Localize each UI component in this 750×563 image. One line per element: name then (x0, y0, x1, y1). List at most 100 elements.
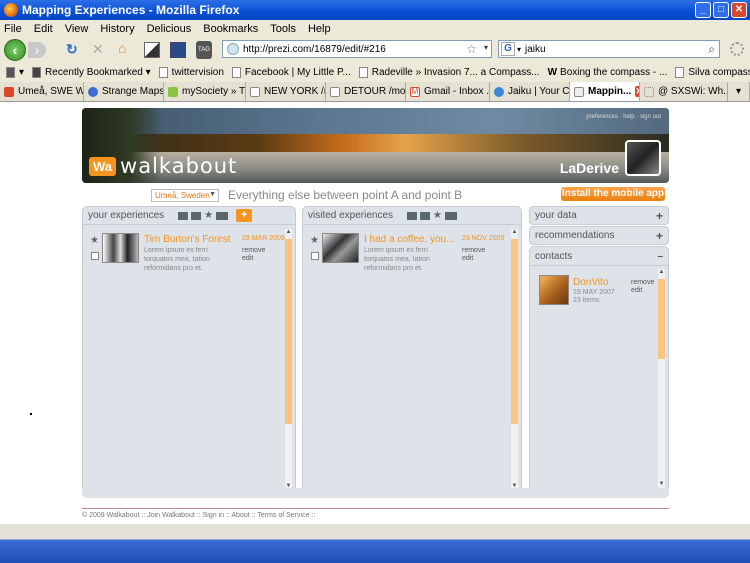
scrollbar[interactable]: ▲ ▼ (511, 229, 518, 491)
contact-avatar[interactable] (539, 275, 569, 305)
bookmark-silva-compass[interactable]: Silva compass - Wikipe... (675, 66, 750, 78)
header-links[interactable]: preferences · help · sign out (586, 114, 661, 120)
tab-umea[interactable]: Umeå, SWE W... (0, 82, 84, 101)
minimize-button[interactable]: _ (695, 2, 711, 18)
experience-thumbnail[interactable] (322, 233, 359, 263)
menu-help[interactable]: Help (308, 23, 331, 35)
select-checkbox[interactable] (311, 252, 319, 260)
edit-link[interactable]: edit (242, 255, 253, 262)
location-select[interactable]: Umeå, Sweden ▼ (151, 188, 219, 202)
bookmark-twittervision[interactable]: twittervision (158, 66, 224, 78)
edit-link[interactable]: edit (631, 287, 642, 294)
status-bar (0, 524, 750, 563)
your-data-section[interactable]: your data + (529, 206, 669, 225)
forward-button[interactable]: › (28, 42, 46, 58)
grid-view-icon[interactable] (407, 211, 418, 220)
tab-mapping-active[interactable]: Mappin...✕ (570, 82, 640, 101)
list-view-icon[interactable] (420, 211, 431, 220)
url-bar[interactable]: http://prezi.com/16879/edit/#216 ☆ ▾ (222, 40, 492, 58)
share-icon[interactable] (216, 211, 229, 220)
stop-icon[interactable]: ✕ (92, 41, 104, 58)
recommendations-section[interactable]: recommendations + (529, 226, 669, 245)
star-icon[interactable]: ★ (310, 235, 319, 246)
grid-view-icon[interactable] (178, 211, 189, 220)
tab-mysociety[interactable]: mySociety » T... (164, 82, 246, 101)
search-bar[interactable]: G ▾ jaiku ⌕ (498, 40, 720, 58)
remove-link[interactable]: remove (631, 279, 654, 286)
screenshot-icon[interactable] (144, 42, 160, 58)
list-item[interactable]: ★ I had a coffee, you... Lorem ipsum ex … (310, 233, 506, 272)
bookmark-boxing-compass[interactable]: W Boxing the compass - ... (548, 67, 668, 78)
bookmark-recently-bookmarked[interactable]: Recently Bookmarked ▾ (32, 66, 151, 78)
reload-icon[interactable]: ↻ (66, 41, 78, 58)
menu-delicious[interactable]: Delicious (147, 23, 192, 35)
experience-thumbnail[interactable] (102, 233, 139, 263)
visited-experiences-panel: visited experiences ★ ★ I had a coffee, … (302, 206, 522, 495)
home-icon[interactable]: ⌂ (118, 40, 126, 56)
bookmark-facebook[interactable]: Facebook | My Little P... (231, 66, 351, 78)
contact-item[interactable]: DonVito 19 MAY 2007 23 items remove edit (539, 275, 661, 307)
remove-link[interactable]: remove (462, 247, 485, 254)
favorite-filter-icon[interactable]: ★ (433, 210, 442, 221)
tab-label: NEW YORK /m... (264, 86, 325, 97)
menu-view[interactable]: View (65, 23, 89, 35)
menu-bookmarks[interactable]: Bookmarks (203, 23, 258, 35)
jaiku-icon (494, 86, 504, 97)
logo-badge: Wa (89, 156, 117, 176)
tab-label: DETOUR /mol... (344, 86, 406, 97)
remove-link[interactable]: remove (242, 247, 265, 254)
experience-title[interactable]: Tim Burton's Forest (144, 234, 231, 245)
tab-favicon (330, 86, 340, 97)
back-button[interactable]: ‹ (4, 39, 26, 61)
tab-detour[interactable]: DETOUR /mol... (326, 82, 406, 101)
select-checkbox[interactable] (91, 252, 99, 260)
tab-label: @ SXSWi: Wh... (658, 86, 728, 97)
tab-strange-maps[interactable]: Strange Maps (84, 82, 164, 101)
list-view-icon[interactable] (191, 211, 202, 220)
site-footer[interactable]: © 2009 Walkabout :: Join Walkabout :: Si… (82, 512, 315, 519)
menu-history[interactable]: History (100, 23, 134, 35)
contacts-section: contacts – DonVito 19 MAY 2007 23 items re… (529, 246, 669, 494)
maximize-button[interactable]: □ (713, 2, 729, 18)
search-icon[interactable]: ⌕ (708, 42, 715, 57)
collapse-icon[interactable]: – (657, 251, 663, 262)
window-title: Mapping Experiences - Mozilla Firefox (22, 3, 240, 17)
tab-jaiku[interactable]: Jaiku | Your C... (490, 82, 570, 101)
list-item[interactable]: ★ Tim Burton's Forest Lorem ipsum ex fer… (90, 233, 286, 272)
footer-divider (82, 508, 669, 509)
tab-list-button[interactable]: ▾ (728, 82, 750, 101)
close-button[interactable]: ✕ (731, 2, 747, 18)
expand-icon[interactable]: + (656, 209, 663, 223)
install-mobile-app-button[interactable]: Install the mobile app (561, 187, 665, 201)
scrollbar[interactable]: ▲ ▼ (658, 269, 665, 489)
tag-icon[interactable]: TAG (196, 41, 212, 59)
share-icon[interactable] (445, 211, 458, 220)
bookmark-radeville[interactable]: Radeville » Invasion 7... a Compass... (358, 66, 540, 78)
walkabout-logo[interactable]: Wa walkabout (89, 154, 237, 178)
menu-file[interactable]: File (4, 23, 22, 35)
window-icon[interactable] (170, 42, 186, 58)
expand-icon[interactable]: + (656, 229, 663, 243)
tab-new-york[interactable]: NEW YORK /m... (246, 82, 326, 101)
favorite-filter-icon[interactable]: ★ (204, 210, 213, 221)
engine-dropdown-icon[interactable]: ▾ (517, 45, 521, 54)
section-label: recommendations (535, 230, 615, 241)
url-dropdown-icon[interactable]: ▾ (484, 43, 488, 52)
experience-title[interactable]: I had a coffee, you... (364, 234, 454, 245)
tab-gmail[interactable]: M Gmail - Inbox ... (406, 82, 490, 101)
bookmark-star-icon[interactable]: ☆ (466, 42, 477, 56)
contact-name[interactable]: DonVito (573, 277, 608, 288)
username[interactable]: LaDerive (560, 160, 619, 176)
add-experience-button[interactable]: + (236, 209, 253, 222)
bookmark-label: Recently Bookmarked (45, 66, 143, 78)
menu-tools[interactable]: Tools (270, 23, 296, 35)
bookmark-menu-icon[interactable]: ▾ (6, 66, 24, 78)
menu-edit[interactable]: Edit (34, 23, 53, 35)
star-icon[interactable]: ★ (90, 235, 99, 246)
scrollbar[interactable]: ▲ ▼ (285, 229, 292, 491)
gmail-icon: M (410, 86, 420, 97)
avatar[interactable] (625, 140, 661, 176)
edit-link[interactable]: edit (462, 255, 473, 262)
tab-sxswi[interactable]: @ SXSWi: Wh... (640, 82, 728, 101)
google-icon[interactable]: G (501, 42, 515, 56)
